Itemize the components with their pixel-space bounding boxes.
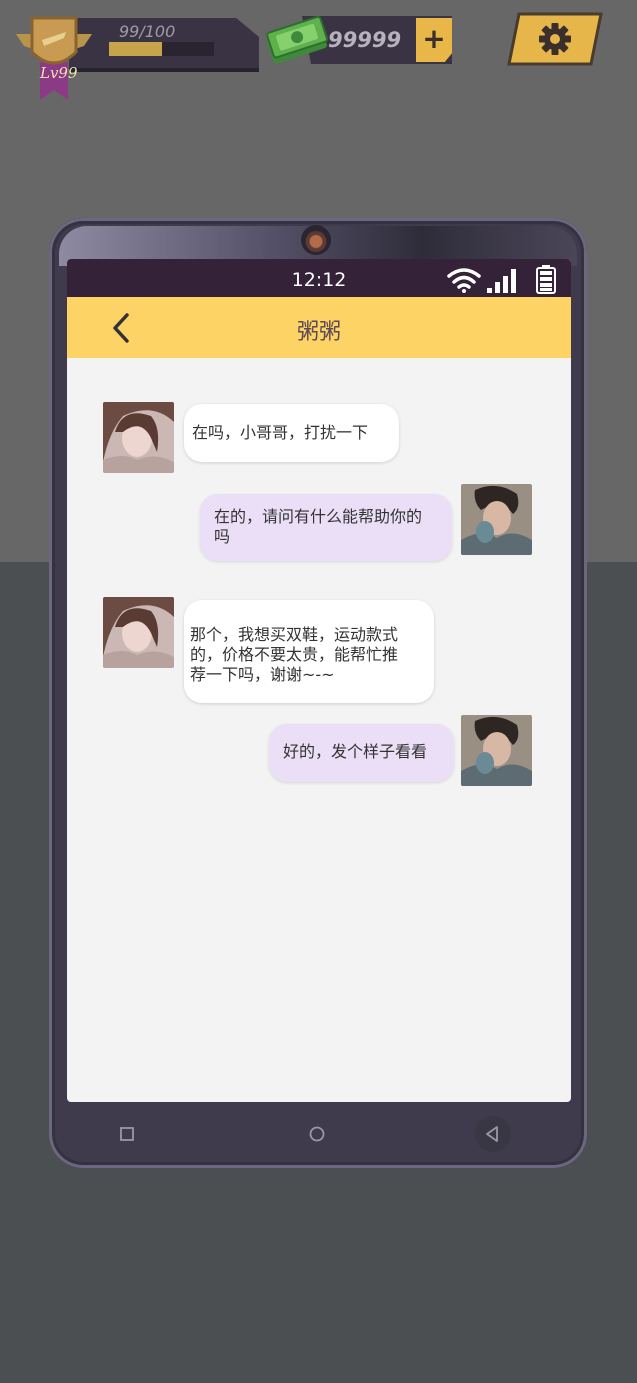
xp-widget: 99/100 Lv99	[14, 12, 259, 102]
badge-icon	[16, 16, 92, 100]
add-money-button[interactable]: +	[416, 18, 452, 62]
front-camera	[301, 225, 331, 255]
cash-icon	[266, 15, 328, 64]
contact-avatar[interactable]	[103, 597, 174, 668]
message-line: 的，价格不要太贵，能帮忙推	[190, 645, 399, 664]
phone-screen: 12:12 粥粥 在吗，小哥哥，打扰一下 在的，请问有什么能帮助你的 吗 那个，…	[67, 259, 571, 1102]
message-line: 好的，发个样子看看	[283, 742, 428, 761]
chat-title: 粥粥	[296, 320, 341, 345]
message-line: 那个，我想买双鞋，运动款式	[190, 625, 399, 644]
message-bubble: 在吗，小哥哥，打扰一下	[184, 404, 399, 462]
settings-button[interactable]	[507, 12, 603, 66]
nav-circle-icon[interactable]	[299, 1116, 335, 1152]
nav-square-icon[interactable]	[109, 1116, 145, 1152]
xp-text: 99/100	[119, 22, 176, 41]
battery-icon	[536, 265, 556, 294]
money-widget: 99999 +	[262, 12, 454, 72]
message-bubble: 那个，我想买双鞋，运动款式 的，价格不要太贵，能帮忙推 荐一下吗，谢谢~-~	[184, 600, 434, 703]
user-avatar[interactable]	[461, 484, 532, 555]
wifi-icon	[447, 268, 481, 293]
message-line: 在吗，小哥哥，打扰一下	[192, 423, 369, 442]
user-avatar[interactable]	[461, 715, 532, 786]
nav-triangle-icon[interactable]	[475, 1116, 511, 1152]
money-amount: 99999	[328, 28, 402, 52]
message-line: 在的，请问有什么能帮助你的	[214, 507, 423, 526]
phone-device: 12:12 粥粥 在吗，小哥哥，打扰一下 在的，请问有什么能帮助你的 吗 那个，…	[49, 218, 587, 1168]
message-bubble: 在的，请问有什么能帮助你的 吗	[200, 494, 452, 561]
chat-header: 粥粥	[67, 297, 571, 358]
phone-nav-bar	[67, 1106, 571, 1161]
gear-icon	[539, 23, 571, 55]
xp-bar-fill	[109, 42, 162, 56]
status-bar: 12:12	[67, 259, 571, 297]
message-bubble: 好的，发个样子看看	[269, 724, 454, 782]
chat-list: 在吗，小哥哥，打扰一下 在的，请问有什么能帮助你的 吗 那个，我想买双鞋，运动款…	[67, 358, 571, 1102]
message-line: 吗	[214, 527, 231, 546]
xp-bar	[109, 42, 214, 56]
contact-avatar[interactable]	[103, 402, 174, 473]
level-label: Lv99	[40, 64, 78, 82]
message-line: 荐一下吗，谢谢~-~	[190, 665, 335, 684]
signal-icon	[487, 269, 516, 293]
